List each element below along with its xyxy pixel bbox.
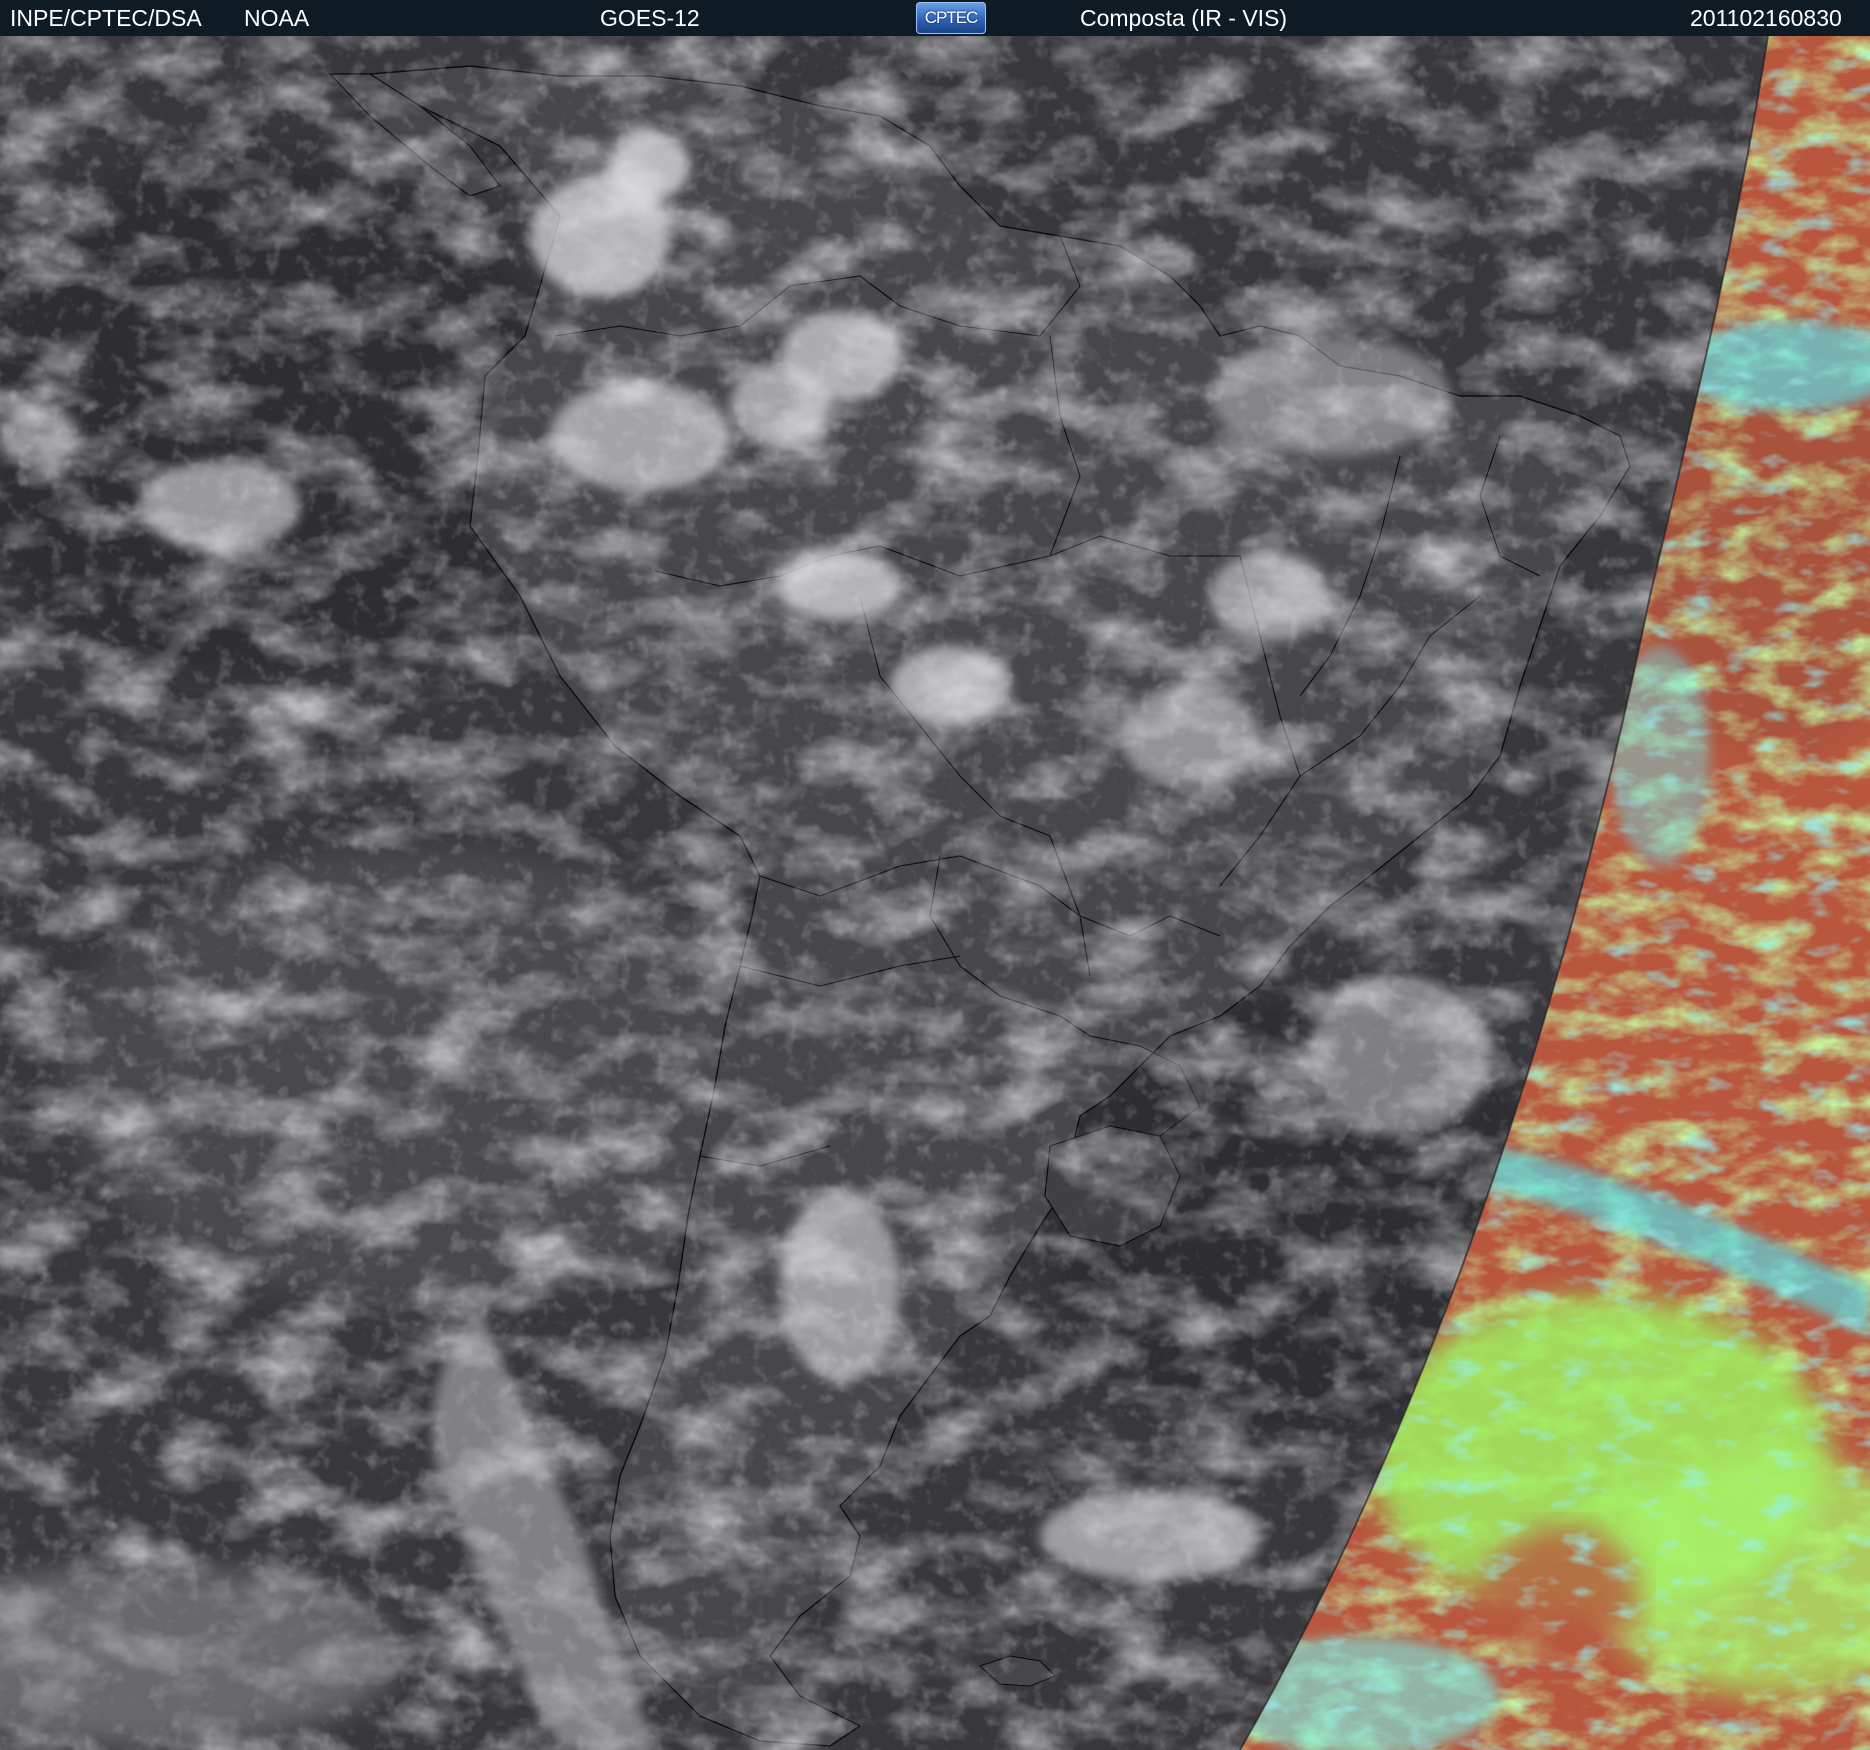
cptec-logo: CPTEC	[916, 2, 986, 34]
product-label: Composta (IR - VIS)	[1080, 5, 1288, 31]
satellite-image	[0, 36, 1870, 1750]
logo-text: CPTEC	[924, 8, 979, 27]
header-bar: INPE/CPTEC/DSA NOAA GOES-12 CPTEC Compos…	[0, 0, 1870, 36]
satellite-image-canvas	[0, 36, 1870, 1750]
organization-label: INPE/CPTEC/DSA	[10, 5, 202, 31]
satellite-label: GOES-12	[600, 5, 700, 31]
timestamp-label: 201102160830	[1690, 5, 1842, 31]
agency-label: NOAA	[244, 5, 310, 31]
